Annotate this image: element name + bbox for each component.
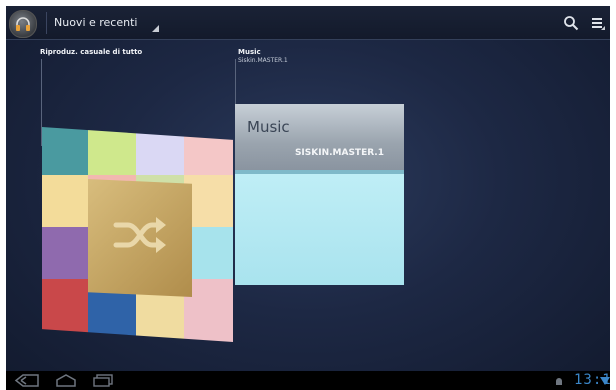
mosaic-tile [88, 127, 136, 175]
screen: Nuovi e recenti Riproduz. casuale di tut… [6, 6, 610, 390]
shuffle-center-tile[interactable] [88, 179, 192, 297]
recent-apps-icon[interactable] [92, 374, 114, 387]
guideline-shuffle [41, 59, 42, 146]
action-bar-divider [46, 12, 47, 34]
mosaic-tile [42, 227, 88, 279]
headphones-icon[interactable] [9, 10, 37, 38]
home-icon[interactable] [55, 374, 77, 387]
search-icon[interactable] [563, 15, 579, 31]
action-bar: Nuovi e recenti [6, 6, 610, 40]
music-card-title: Music [238, 48, 261, 56]
shuffle-icon [113, 217, 166, 253]
mosaic-tile [136, 127, 184, 175]
music-album-card[interactable]: Music SISKIN.MASTER.1 [235, 104, 404, 285]
album-title: Music [247, 118, 290, 136]
music-card-subtitle: Siskin.MASTER.1 [238, 57, 288, 64]
shuffle-all-label: Riproduz. casuale di tutto [40, 48, 143, 56]
mosaic-tile [42, 175, 88, 227]
spinner-dropdown-icon [152, 25, 160, 32]
album-art-body [235, 174, 404, 285]
album-header: Music SISKIN.MASTER.1 [235, 104, 404, 170]
android-debug-icon [556, 378, 562, 385]
spinner-label: Nuovi e recenti [54, 16, 138, 29]
mosaic-tile [42, 127, 88, 175]
mosaic-tile [42, 279, 88, 342]
overflow-menu-icon[interactable] [591, 16, 605, 30]
guideline-music [235, 59, 236, 106]
album-subtitle: SISKIN.MASTER.1 [294, 148, 384, 158]
wifi-icon [600, 377, 610, 385]
view-spinner[interactable]: Nuovi e recenti [54, 12, 165, 34]
mosaic-tile [184, 127, 233, 175]
system-bar: 13:10 [6, 371, 610, 390]
back-icon[interactable] [14, 374, 40, 387]
